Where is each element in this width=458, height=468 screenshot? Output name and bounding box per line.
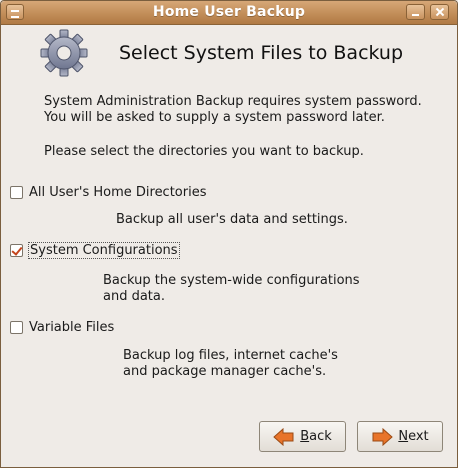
home-directories-checkbox[interactable] (10, 185, 23, 199)
option-home-directories[interactable]: All User's Home Directories (10, 183, 207, 201)
title-bar[interactable]: Home User Backup (1, 1, 457, 25)
variable-files-checkbox[interactable] (10, 320, 23, 334)
arrow-left-icon (273, 427, 294, 446)
description-line: Backup all user's data and settings. (116, 212, 348, 227)
minimize-button[interactable] (406, 4, 425, 20)
description-line: Backup log files, internet cache's (123, 348, 338, 363)
intro-line-1: System Administration Backup requires sy… (44, 94, 422, 109)
option-system-configurations[interactable]: System Configurations (10, 241, 180, 259)
home-directories-label[interactable]: All User's Home Directories (29, 185, 207, 200)
system-configurations-checkbox[interactable] (10, 243, 23, 257)
back-button-label: Back (300, 429, 332, 444)
system-configurations-description: Backup the system-wide configurations an… (103, 273, 360, 305)
arrow-right-icon (372, 427, 394, 446)
home-directories-description: Backup all user's data and settings. (116, 212, 348, 228)
window-title: Home User Backup (152, 4, 306, 20)
back-button[interactable]: Back (259, 421, 346, 452)
page-heading: Select System Files to Backup (119, 42, 404, 64)
intro-instruction: Please select the directories you want t… (44, 144, 364, 159)
next-button-label: Next (398, 429, 429, 444)
gear-icon (40, 29, 88, 77)
dialog-window: Home User Backup Select System Files to … (0, 0, 458, 468)
description-line: Backup the system-wide configurations (103, 273, 360, 288)
system-configurations-label[interactable]: System Configurations (28, 241, 180, 259)
intro-line-2: You will be asked to supply a system pas… (44, 110, 385, 125)
variable-files-label[interactable]: Variable Files (29, 320, 114, 335)
description-line: and package manager cache's. (123, 364, 327, 379)
intro-text: System Administration Backup requires sy… (44, 94, 422, 126)
close-button[interactable] (430, 4, 449, 20)
variable-files-description: Backup log files, internet cache's and p… (123, 348, 338, 380)
next-button[interactable]: Next (357, 421, 443, 452)
description-line: and data. (103, 289, 166, 304)
option-variable-files[interactable]: Variable Files (10, 318, 114, 336)
